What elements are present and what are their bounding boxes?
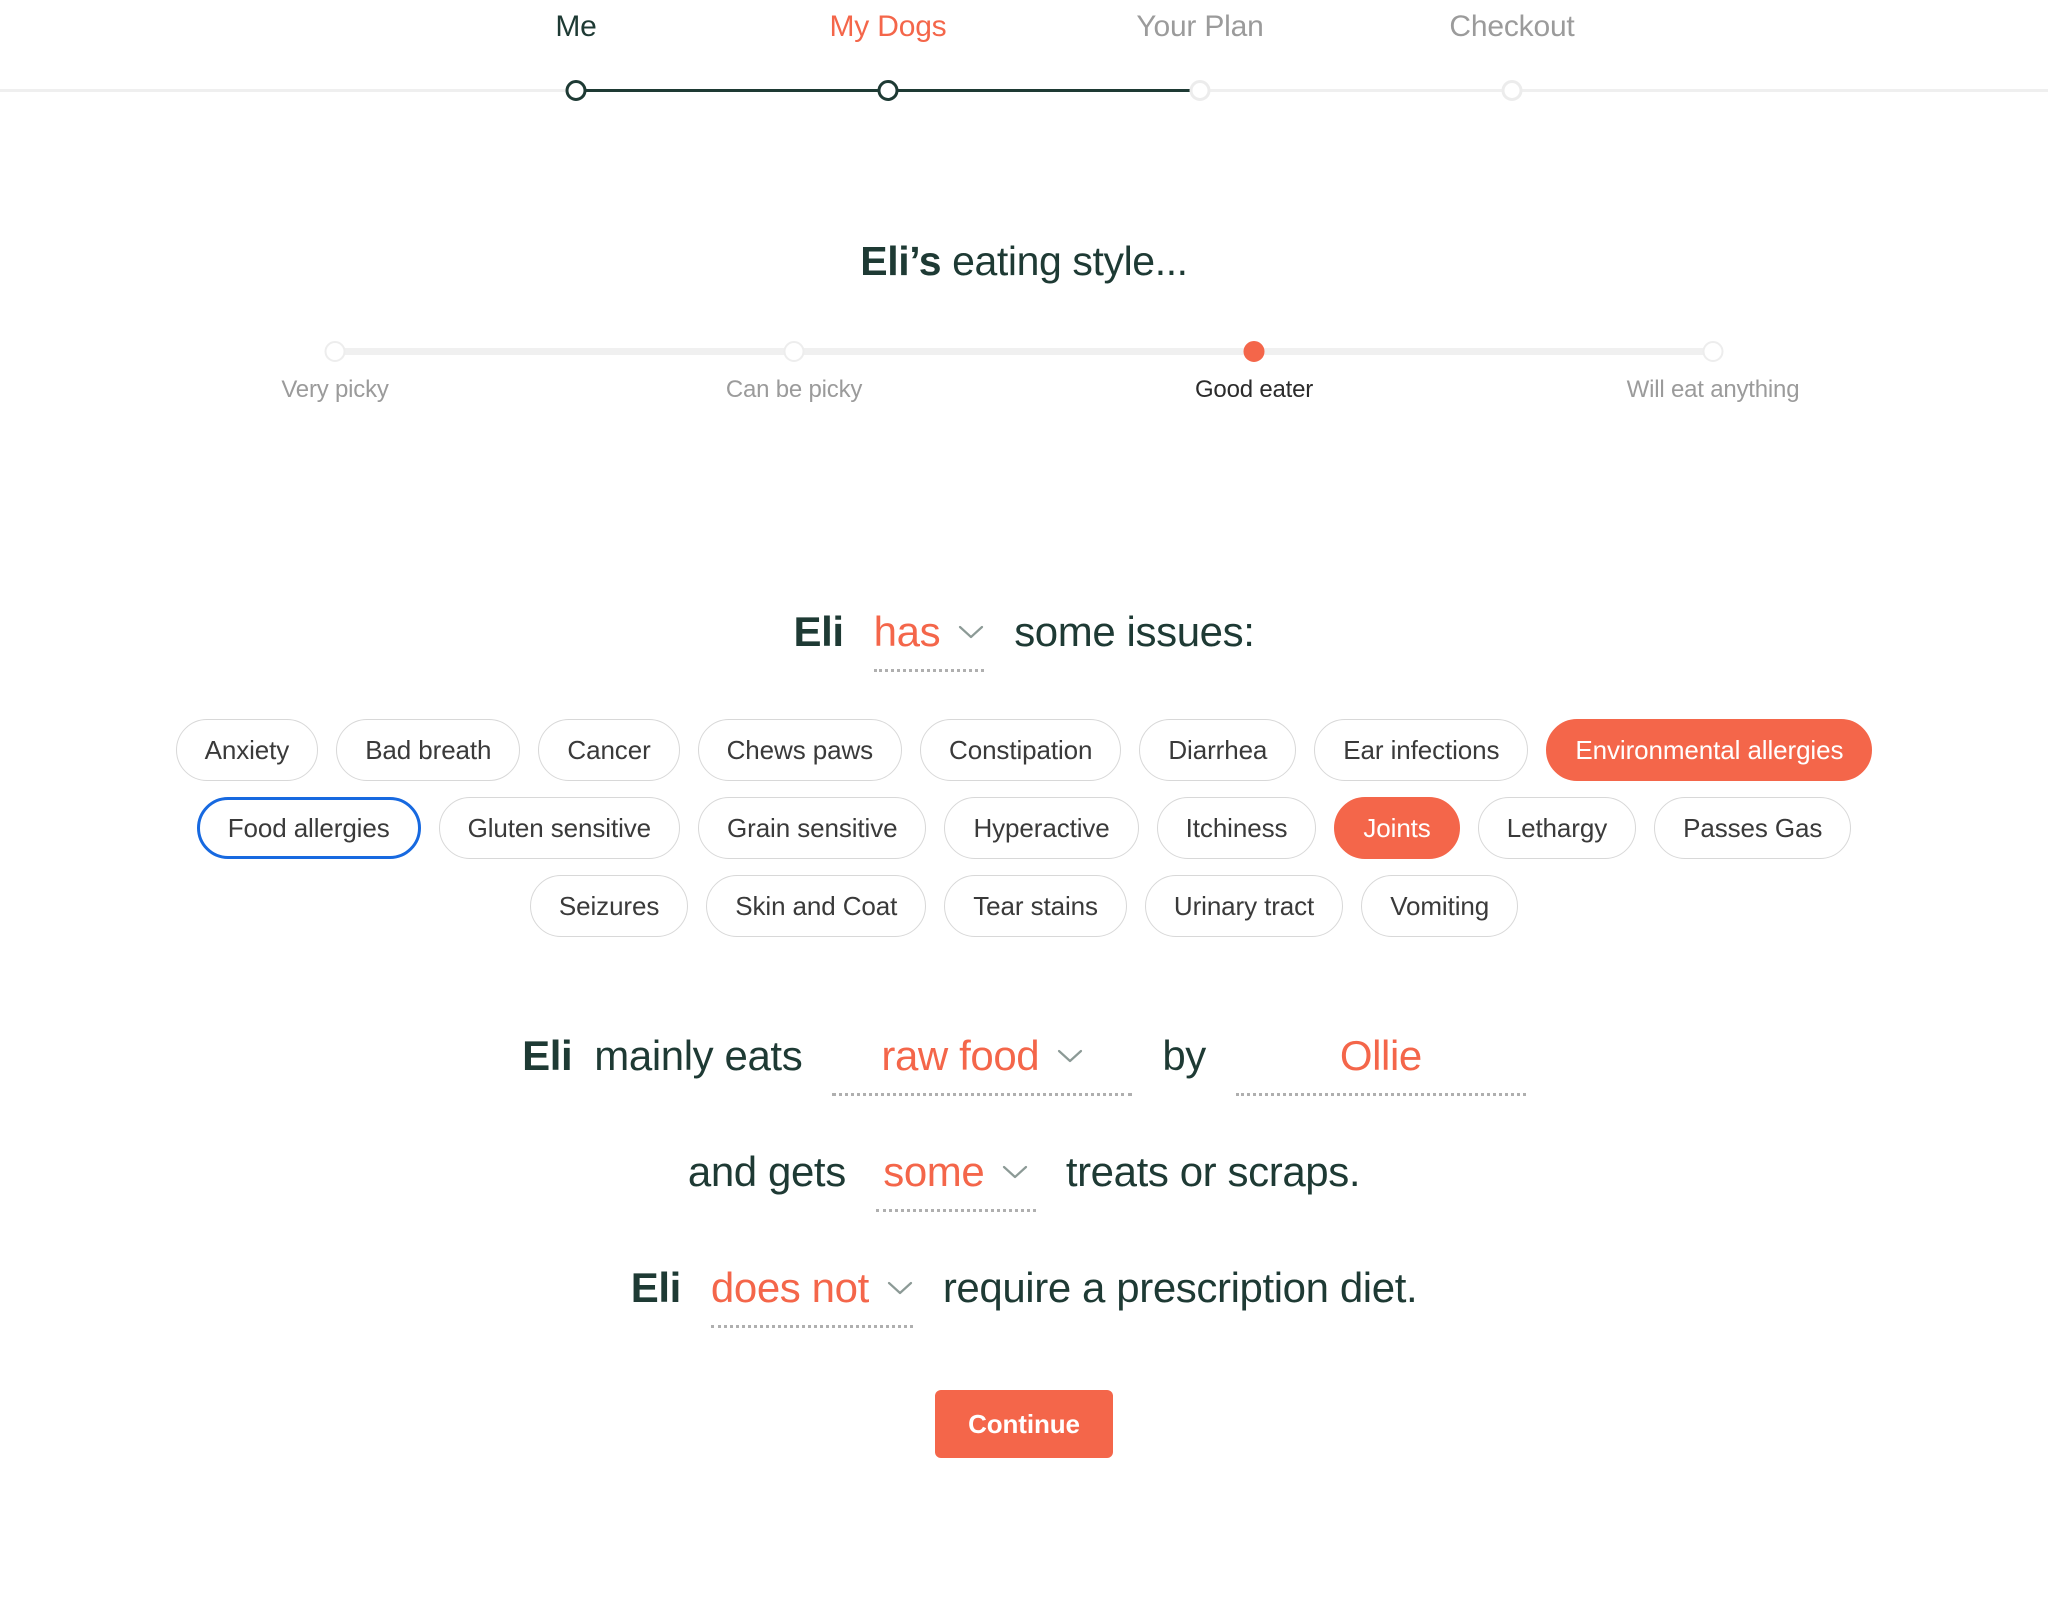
eating-style-label-will-eat-anything[interactable]: Will eat anything [1627, 376, 1800, 404]
treats-amount-value: some [883, 1148, 985, 1195]
issue-chip-chews-paws[interactable]: Chews paws [697, 719, 903, 781]
step-label-your-plan[interactable]: Your Plan [1136, 10, 1263, 44]
food-type-value: raw food [881, 1032, 1040, 1079]
issue-chip-skin-and-coat[interactable]: Skin and Coat [706, 875, 927, 937]
issue-chip-bad-breath[interactable]: Bad breath [336, 719, 521, 781]
issues-verb-dropdown[interactable]: has [873, 608, 985, 672]
issue-chip-vomiting[interactable]: Vomiting [1361, 875, 1519, 937]
diet-prescription-sentence: Eli does not require a prescription diet… [0, 1264, 2048, 1328]
rx-tail-text: require a prescription diet. [942, 1264, 1418, 1311]
dotted-underline [873, 669, 985, 672]
food-brand-value: Ollie [1339, 1032, 1422, 1079]
issue-chip-ear-infections[interactable]: Ear infections [1314, 719, 1529, 781]
treats-amount-dropdown[interactable]: some [875, 1148, 1036, 1212]
issue-chip-constipation[interactable]: Constipation [920, 719, 1122, 781]
diet-treats-sentence: and gets some treats or scraps. [0, 1148, 2048, 1212]
issue-chip-hyperactive[interactable]: Hyperactive [944, 797, 1139, 859]
chevron-down-icon [1057, 1048, 1083, 1064]
issue-chip-urinary-tract[interactable]: Urinary tract [1144, 875, 1344, 937]
step-dot-checkout[interactable] [1501, 80, 1523, 101]
diet-eats-sentence: Eli mainly eats raw food by Ollie [0, 1032, 2048, 1096]
rx-dog-name: Eli [630, 1264, 682, 1311]
issue-chip-anxiety[interactable]: Anxiety [175, 719, 319, 781]
eating-style-node-very-picky[interactable] [324, 341, 346, 362]
eats-lead-text: mainly eats [594, 1032, 803, 1079]
issue-chip-cancer[interactable]: Cancer [538, 719, 680, 781]
issue-chip-diarrhea[interactable]: Diarrhea [1139, 719, 1297, 781]
step-dot-my-dogs[interactable] [877, 80, 899, 101]
eats-by-text: by [1162, 1032, 1206, 1079]
issue-chip-grain-sensitive[interactable]: Grain sensitive [698, 797, 927, 859]
eating-style-node-good-eater[interactable] [1243, 341, 1265, 362]
dotted-underline [832, 1093, 1133, 1096]
dotted-underline [710, 1325, 913, 1328]
treats-tail-text: treats or scraps. [1065, 1148, 1361, 1195]
step-label-my-dogs[interactable]: My Dogs [830, 10, 947, 44]
continue-button[interactable]: Continue [935, 1390, 1113, 1458]
dotted-underline [1235, 1093, 1526, 1096]
step-label-checkout[interactable]: Checkout [1449, 10, 1574, 44]
issue-chip-tear-stains[interactable]: Tear stains [944, 875, 1127, 937]
prescription-value: does not [710, 1264, 869, 1311]
issues-sentence-tail: some issues: [1014, 608, 1255, 655]
step-dot-your-plan[interactable] [1189, 80, 1211, 101]
eats-dog-name: Eli [522, 1032, 573, 1079]
eating-style-label-very-picky[interactable]: Very picky [281, 376, 389, 404]
issue-chip-passes-gas[interactable]: Passes Gas [1654, 797, 1852, 859]
issue-chip-lethargy[interactable]: Lethargy [1477, 797, 1637, 859]
eating-style-slider[interactable]: Very picky Can be picky Good eater Will eat… [281, 341, 1800, 448]
issues-chip-group: Anxiety Bad breath Cancer Chews paws Constip… [0, 719, 2048, 937]
issues-dog-name: Eli [793, 608, 845, 655]
step-label-me[interactable]: Me [555, 10, 596, 44]
continue-button-wrap: Continue [0, 1390, 2048, 1458]
issues-sentence: Eli has some issues: [0, 608, 2048, 672]
chip-row: Food allergies Gluten sensitive Grain sens… [0, 797, 2048, 859]
treats-lead-text: and gets [687, 1148, 846, 1195]
progress-stepper: Me My Dogs Your Plan Checkout [0, 0, 2048, 108]
food-brand-input[interactable]: Ollie [1235, 1032, 1526, 1096]
eating-style-label-good-eater[interactable]: Good eater [1195, 376, 1313, 404]
issue-chip-seizures[interactable]: Seizures [529, 875, 689, 937]
issues-verb-value: has [873, 608, 941, 655]
chip-row: Seizures Skin and Coat Tear stains Urinary … [0, 875, 2048, 937]
eating-style-heading: Eli’s eating style... [0, 238, 2048, 285]
chevron-down-icon [887, 1280, 913, 1296]
issue-chip-food-allergies[interactable]: Food allergies [196, 797, 421, 859]
eating-style-node-can-be-picky[interactable] [783, 341, 805, 362]
eating-style-slider-track[interactable] [335, 348, 1713, 355]
eating-style-heading-rest: eating style... [941, 238, 1188, 284]
food-type-dropdown[interactable]: raw food [832, 1032, 1133, 1096]
chevron-down-icon [1002, 1164, 1028, 1180]
dog-name-possessive: Eli’s [860, 238, 942, 284]
step-dot-me[interactable] [565, 80, 587, 101]
eating-style-node-will-eat-anything[interactable] [1702, 341, 1724, 362]
issue-chip-gluten-sensitive[interactable]: Gluten sensitive [438, 797, 681, 859]
chip-row: Anxiety Bad breath Cancer Chews paws Constip… [0, 719, 2048, 781]
issue-chip-itchiness[interactable]: Itchiness [1156, 797, 1317, 859]
chevron-down-icon [958, 624, 984, 640]
prescription-dropdown[interactable]: does not [710, 1264, 913, 1328]
dotted-underline [875, 1209, 1036, 1212]
eating-style-label-can-be-picky[interactable]: Can be picky [726, 376, 863, 404]
issue-chip-environmental-allergies[interactable]: Environmental allergies [1546, 719, 1873, 781]
issue-chip-joints[interactable]: Joints [1334, 797, 1460, 859]
